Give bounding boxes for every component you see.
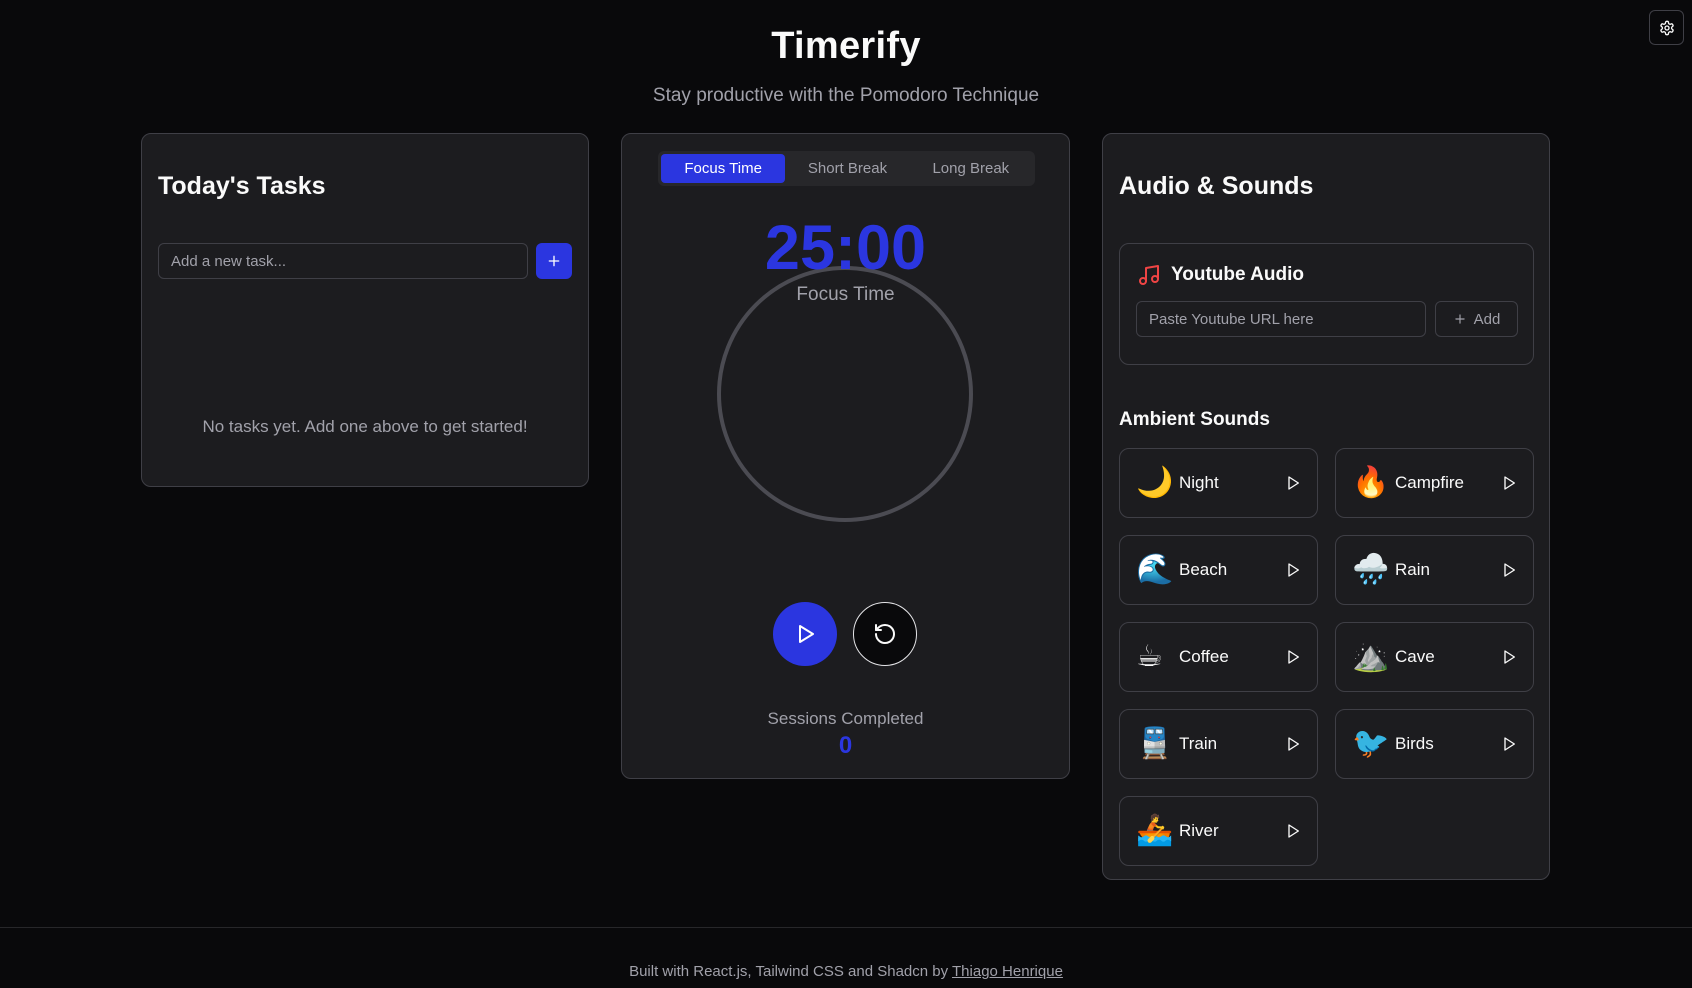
play-icon[interactable]	[1501, 475, 1517, 491]
ambient-sounds-title: Ambient Sounds	[1119, 409, 1270, 430]
play-icon[interactable]	[1501, 562, 1517, 578]
fire-icon: 🔥	[1352, 466, 1390, 499]
moon-icon: 🌙	[1136, 466, 1174, 499]
sound-name: Birds	[1395, 734, 1434, 753]
youtube-add-label: Add	[1473, 310, 1501, 328]
sound-name: Train	[1179, 734, 1218, 753]
youtube-url-input[interactable]	[1136, 301, 1426, 337]
tasks-empty-message: No tasks yet. Add one above to get start…	[202, 417, 528, 436]
play-icon[interactable]	[1285, 562, 1301, 578]
task-input[interactable]	[158, 243, 528, 279]
audio-title: Audio & Sounds	[1119, 172, 1314, 200]
add-task-button[interactable]	[536, 243, 572, 279]
play-icon[interactable]	[1501, 649, 1517, 665]
sound-card-night[interactable]: 🌙 Night	[1119, 448, 1318, 518]
play-button[interactable]	[773, 602, 837, 666]
coffee-icon: ☕	[1136, 640, 1163, 673]
author-link[interactable]: Thiago Henrique	[952, 963, 1063, 980]
tab-focus-time[interactable]: Focus Time	[661, 154, 786, 183]
tab-short-break[interactable]: Short Break	[785, 154, 909, 183]
sound-name: River	[1179, 821, 1219, 840]
tasks-title: Today's Tasks	[158, 172, 326, 200]
play-icon	[799, 625, 814, 643]
music-note-icon	[1139, 265, 1159, 285]
plus-icon	[548, 255, 560, 267]
footer-credit: Built with React.js, Tailwind CSS and Sh…	[629, 963, 953, 980]
page-header: Timerify Stay productive with the Pomodo…	[0, 20, 1692, 107]
sound-name: Rain	[1395, 560, 1430, 579]
reset-button[interactable]	[853, 602, 917, 666]
wave-icon: 🌊	[1136, 553, 1174, 586]
play-icon[interactable]	[1285, 475, 1301, 491]
youtube-audio-title: Youtube Audio	[1171, 264, 1304, 285]
sessions-count: 0	[838, 732, 853, 759]
ambient-sounds-grid: 🌙 Night 🔥 Campfire 🌊 Beach 🌧️ Rain ☕ Cof…	[1119, 448, 1534, 866]
sound-card-beach[interactable]: 🌊 Beach	[1119, 535, 1318, 605]
sound-card-campfire[interactable]: 🔥 Campfire	[1335, 448, 1534, 518]
sound-name: Night	[1179, 473, 1219, 492]
app-title: Timerify	[771, 25, 921, 67]
sound-card-cave[interactable]: ⛰️ Cave	[1335, 622, 1534, 692]
play-icon[interactable]	[1501, 736, 1517, 752]
youtube-audio-panel: Youtube Audio Add	[1119, 243, 1534, 365]
timer-display: 25:00	[764, 213, 927, 283]
tab-long-break[interactable]: Long Break	[910, 154, 1032, 183]
sound-name: Beach	[1179, 560, 1228, 579]
play-icon[interactable]	[1285, 736, 1301, 752]
play-icon[interactable]	[1285, 823, 1301, 839]
plus-icon	[1454, 314, 1465, 324]
play-icon[interactable]	[1285, 649, 1301, 665]
sound-card-rain[interactable]: 🌧️ Rain	[1335, 535, 1534, 605]
timer-mode-label: Focus Time	[796, 284, 895, 305]
timer-card: Focus Time Short Break Long Break 25:00 …	[621, 133, 1070, 779]
sound-card-birds[interactable]: 🐦 Birds	[1335, 709, 1534, 779]
bird-icon: 🐦	[1352, 727, 1390, 760]
sound-name: Coffee	[1179, 647, 1229, 666]
sound-card-coffee[interactable]: ☕ Coffee	[1119, 622, 1318, 692]
audio-card: Audio & Sounds Youtube Audio Add Ambient…	[1102, 133, 1550, 880]
page-footer: Built with React.js, Tailwind CSS and Sh…	[0, 927, 1692, 988]
rowboat-icon: 🚣	[1136, 814, 1174, 847]
sessions-label: Sessions Completed	[767, 709, 924, 728]
train-icon: 🚆	[1136, 727, 1174, 760]
mountain-icon: ⛰️	[1352, 640, 1390, 673]
mode-tabs: Focus Time Short Break Long Break	[658, 151, 1035, 186]
rain-cloud-icon: 🌧️	[1352, 553, 1390, 586]
youtube-add-button[interactable]: Add	[1435, 301, 1518, 337]
reset-icon	[875, 624, 895, 644]
footer-text: Built with React.js, Tailwind CSS and Sh…	[0, 963, 1692, 980]
sound-card-river[interactable]: 🚣 River	[1119, 796, 1318, 866]
sound-card-train[interactable]: 🚆 Train	[1119, 709, 1318, 779]
tasks-card: Today's Tasks No tasks yet. Add one abov…	[141, 133, 589, 487]
sound-name: Campfire	[1395, 473, 1464, 492]
sound-name: Cave	[1395, 647, 1435, 666]
app-subtitle: Stay productive with the Pomodoro Techni…	[652, 85, 1040, 106]
